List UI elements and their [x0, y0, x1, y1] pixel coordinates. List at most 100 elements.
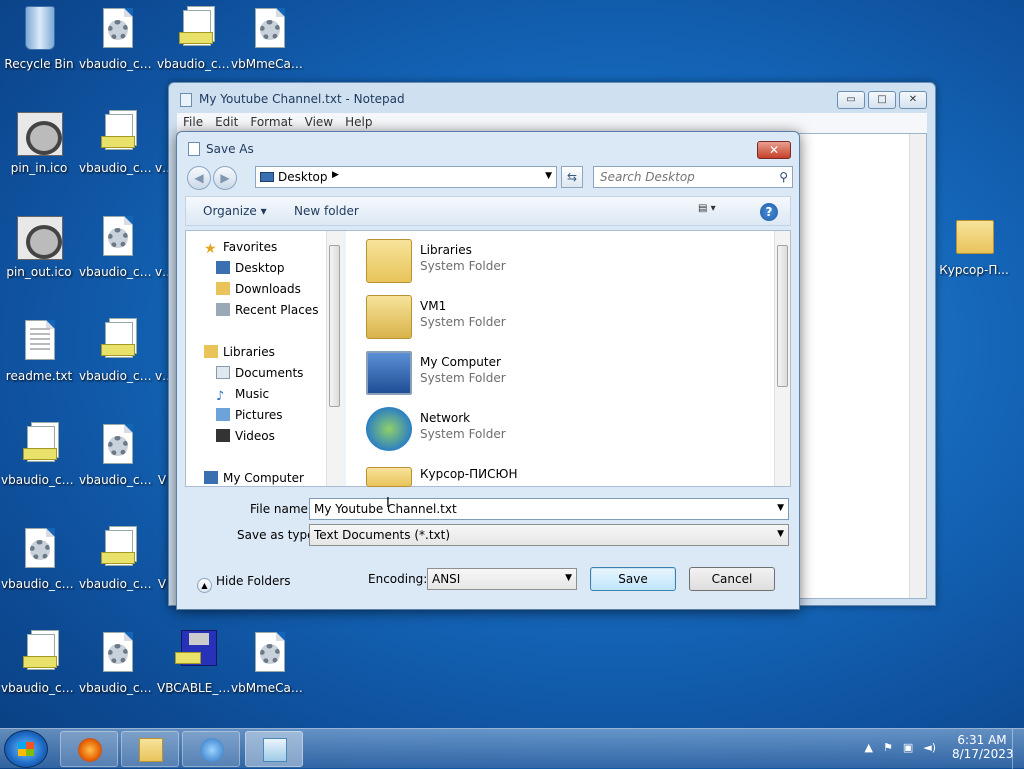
desktop-icon-pin-out[interactable]: pin_out.ico [1, 214, 77, 279]
start-button[interactable] [4, 730, 48, 768]
file-item-vm1[interactable]: VM1 System Folder [358, 291, 778, 343]
pane-divider[interactable] [342, 231, 346, 486]
file-name-label: File name: [250, 502, 312, 516]
search-box[interactable]: ⚲ [593, 166, 793, 188]
encoding-label: Encoding: [368, 572, 428, 586]
file-list-scrollbar[interactable] [774, 231, 790, 486]
desktop-icon-vbaudio-11[interactable]: vbaudio_ca... [79, 630, 155, 695]
show-hidden-icons-icon[interactable]: ▲ [864, 741, 872, 754]
text-cursor-icon: I [386, 496, 390, 511]
desktop-icon-vbaudio-10[interactable]: vbaudio_ca... [1, 630, 77, 695]
menu-view[interactable]: View [299, 113, 339, 133]
tree-downloads[interactable]: Downloads [216, 282, 301, 296]
desktop-icon-v-1[interactable]: V [155, 422, 169, 487]
back-button[interactable]: ◀ [187, 166, 211, 190]
desktop-icon-vbmmecab-2[interactable]: vbMmeCab... [231, 630, 307, 695]
desktop-icon-vb-3[interactable]: vb [155, 318, 169, 383]
file-item-network[interactable]: Network System Folder [358, 403, 778, 455]
desktop-icon [216, 261, 230, 274]
tree-scrollbar[interactable] [326, 231, 342, 486]
dialog-title: Save As [206, 142, 254, 156]
maximize-button[interactable]: □ [868, 91, 896, 109]
file-item-my-computer[interactable]: My Computer System Folder [358, 347, 778, 399]
explorer-folder-icon [139, 738, 163, 762]
menu-format[interactable]: Format [244, 113, 298, 133]
text-file-icon [25, 320, 55, 360]
tree-scroll-thumb[interactable] [329, 245, 340, 407]
desktop-icon-vbaudio-6[interactable]: vbaudio_ca... [1, 422, 77, 487]
desktop-icon-pin-in[interactable]: pin_in.ico [1, 110, 77, 175]
taskbar-firefox[interactable] [60, 731, 118, 767]
chevron-down-icon[interactable]: ▼ [545, 171, 552, 181]
tree-videos[interactable]: Videos [216, 429, 275, 443]
show-desktop-button[interactable] [1012, 729, 1024, 769]
libraries-folder-icon [366, 239, 412, 283]
desktop-icon-readme[interactable]: readme.txt [1, 318, 77, 383]
help-icon[interactable]: ? [760, 203, 778, 221]
desktop-icon-vbaudio-2[interactable]: vbaudio_ca... [157, 6, 233, 71]
organize-button[interactable]: Organize ▾ [203, 204, 267, 218]
tree-pictures[interactable]: Pictures [216, 408, 283, 422]
save-button[interactable]: Save [590, 567, 676, 591]
libraries-icon [204, 345, 218, 358]
tree-favorites[interactable]: ★ Favorites [204, 240, 277, 257]
network-status-icon[interactable]: ▣ [903, 741, 913, 754]
tree-my-computer[interactable]: My Computer [204, 471, 304, 485]
tree-documents[interactable]: Documents [216, 366, 303, 380]
desktop-icon-vb-1[interactable]: vb [155, 110, 169, 175]
tree-music[interactable]: ♪ Music [216, 387, 269, 404]
dialog-icon [188, 142, 200, 156]
taskbar-explorer[interactable] [121, 731, 179, 767]
desktop-icon-recycle-bin[interactable]: Recycle Bin [1, 6, 77, 71]
file-item-libraries[interactable]: Libraries System Folder [358, 235, 778, 287]
forward-button[interactable]: ▶ [213, 166, 237, 190]
save-as-dialog[interactable]: Save As ✕ ◀ ▶ Desktop ▶ ▼ ⇆ ⚲ Organize ▾… [176, 131, 800, 610]
action-center-icon[interactable]: ⚑ [883, 741, 893, 754]
desktop-icon-vbaudio-5[interactable]: vbaudio_ca... [79, 318, 155, 383]
chevron-up-icon: ▲ [197, 578, 212, 593]
file-name-input[interactable]: My Youtube Channel.txt ▼ [309, 498, 789, 520]
taskbar-network-app[interactable] [182, 731, 240, 767]
tree-libraries[interactable]: Libraries [204, 345, 275, 359]
system-tray: ▲ ⚑ ▣ ◄) [864, 741, 936, 754]
dialog-close-button[interactable]: ✕ [757, 141, 791, 159]
menu-file[interactable]: File [177, 113, 209, 133]
desktop-icon-vbmmecab-1[interactable]: vbMmeCab... [231, 6, 307, 71]
breadcrumb-arrow-icon[interactable]: ▶ [332, 170, 339, 180]
minimize-button[interactable]: ▭ [837, 91, 865, 109]
file-list-scroll-thumb[interactable] [777, 245, 788, 387]
cancel-button[interactable]: Cancel [689, 567, 775, 591]
encoding-select[interactable]: ANSI ▼ [427, 568, 577, 590]
tree-desktop[interactable]: Desktop [216, 261, 285, 275]
hide-folders-button[interactable]: ▲ Hide Folders [197, 574, 291, 593]
network-globe-icon [366, 407, 412, 451]
desktop-icon-vbaudio-9[interactable]: vbaudio_ca... [79, 526, 155, 591]
desktop-icon-vbaudio-8[interactable]: vbaudio_ca... [1, 526, 77, 591]
menu-help[interactable]: Help [339, 113, 378, 133]
change-view-button[interactable]: ▤ ▾ [698, 203, 732, 221]
tree-recent-places[interactable]: Recent Places [216, 303, 318, 317]
volume-icon[interactable]: ◄) [923, 741, 936, 754]
close-button[interactable]: ✕ [899, 91, 927, 109]
save-as-type-select[interactable]: Text Documents (*.txt) ▼ [309, 524, 789, 546]
search-input[interactable] [598, 167, 768, 187]
file-item-cursor-folder[interactable]: Курсор-ПИСЮН [358, 459, 778, 487]
desktop-icon-vbaudio-4[interactable]: vbaudio_ca... [79, 214, 155, 279]
clock[interactable]: 6:31 AM 8/17/2023 [952, 733, 1014, 761]
chevron-down-icon: ▼ [565, 573, 572, 583]
desktop-icon-vbcable-setup[interactable]: VBCABLE_S... [157, 630, 233, 695]
chevron-down-icon[interactable]: ▼ [777, 503, 784, 513]
refresh-button[interactable]: ⇆ [561, 166, 583, 188]
desktop-icon-vbaudio-1[interactable]: vbaudio_ca... [79, 6, 155, 71]
new-folder-button[interactable]: New folder [294, 204, 359, 218]
taskbar-notepad[interactable] [245, 731, 303, 767]
address-bar[interactable]: Desktop ▶ ▼ [255, 166, 557, 188]
desktop-icon-v-2[interactable]: V [155, 526, 169, 591]
menu-edit[interactable]: Edit [209, 113, 244, 133]
desktop-icon-vbaudio-3[interactable]: vbaudio_ca... [79, 110, 155, 175]
desktop-icon-vbaudio-7[interactable]: vbaudio_ca... [79, 422, 155, 487]
desktop-icon-vb-2[interactable]: vb [155, 214, 169, 279]
notepad-scrollbar[interactable] [909, 134, 926, 598]
firefox-icon [78, 738, 102, 762]
desktop-icon-cursor-folder[interactable]: Курсор-П... [936, 212, 1012, 277]
